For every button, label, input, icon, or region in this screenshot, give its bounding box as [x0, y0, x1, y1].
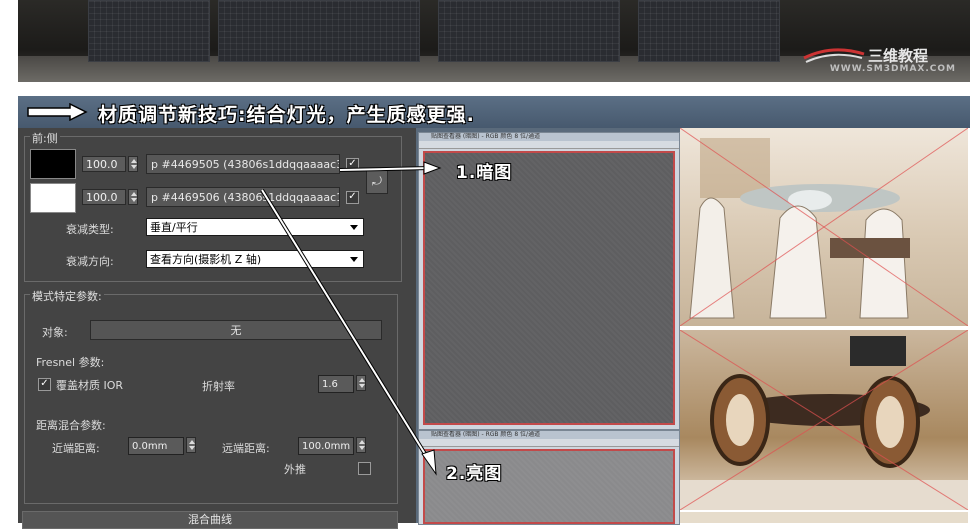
distance-blend-label: 距离混合参数:	[36, 419, 106, 432]
dark-texture-image	[423, 151, 675, 425]
spinner-arrows[interactable]	[356, 375, 366, 391]
near-distance-spinner[interactable]: 0.0mm	[128, 437, 184, 455]
falloff-direction-dropdown[interactable]: 查看方向(摄影机 Z 轴)	[146, 250, 364, 268]
spinner-arrows[interactable]	[356, 437, 366, 453]
banner-text: 材质调节新技巧:结合灯光，产生质感更强.	[98, 104, 475, 126]
ior-spinner[interactable]: 1.6	[318, 375, 354, 393]
chair-back	[438, 0, 620, 62]
light-map-callout: 2.亮图	[446, 464, 503, 484]
chair-back	[88, 0, 210, 62]
falloff-type-dropdown[interactable]: 垂直/平行	[146, 218, 364, 236]
object-pick-button[interactable]: 无	[90, 320, 382, 340]
front-color-swatch[interactable]	[30, 149, 76, 179]
override-ior-checkbox[interactable]: ✓	[38, 378, 51, 391]
falloff-type-label: 衰减类型:	[66, 223, 114, 236]
chair-back	[218, 0, 420, 62]
group-title: 前:侧	[30, 130, 60, 146]
chevron-down-icon	[350, 225, 358, 230]
window-title: 贴图查看器 (暗图) - RGB 颜色 8 位/通道	[419, 133, 679, 141]
spinner-arrows[interactable]	[186, 437, 196, 453]
near-distance-label: 近端距离:	[52, 442, 100, 455]
window-toolbar[interactable]	[419, 439, 679, 447]
window-title: 贴图查看器 (暗图) - RGB 颜色 8 位/通道	[419, 431, 679, 439]
render-image-light	[680, 128, 968, 326]
front-amount-spinner[interactable]: 100.0	[82, 156, 126, 172]
spinner-arrows[interactable]	[128, 189, 138, 205]
spinner-arrows[interactable]	[128, 156, 138, 172]
falloff-parameters-panel: 前:侧 100.0 p #4469505 (43806s1ddqqaaaac3.…	[18, 128, 418, 529]
svg-text:三维教程: 三维教程	[868, 47, 928, 65]
mix-curve-rollout[interactable]: 混合曲线	[22, 511, 398, 529]
far-distance-spinner[interactable]: 100.0mm	[298, 437, 354, 455]
falloff-direction-value: 查看方向(摄影机 Z 轴)	[150, 253, 262, 266]
side-map-checkbox[interactable]: ✓	[346, 191, 359, 204]
dining-render-light	[680, 128, 968, 326]
falloff-direction-label: 衰减方向:	[66, 255, 114, 268]
window-toolbar[interactable]	[419, 141, 679, 149]
extrapolate-label: 外推	[284, 463, 306, 476]
swap-colors-button[interactable]: ⤾	[366, 168, 388, 194]
chevron-down-icon	[350, 257, 358, 262]
far-distance-label: 远端距离:	[222, 442, 270, 455]
render-image-strip	[680, 512, 968, 523]
dining-render-dark	[680, 330, 968, 510]
ior-label: 折射率	[202, 380, 235, 393]
group-title: 模式特定参数:	[30, 288, 104, 304]
arrow-right-icon	[27, 103, 88, 121]
fresnel-params-label: Fresnel 参数:	[36, 356, 105, 369]
override-ior-label: 覆盖材质 IOR	[56, 379, 124, 392]
front-map-checkbox[interactable]: ✓	[346, 158, 359, 171]
render-image-dark	[680, 330, 968, 510]
watermark-url: WWW.SM3DMAX.COM	[829, 64, 956, 74]
side-amount-spinner[interactable]: 100.0	[82, 189, 126, 205]
extrapolate-checkbox[interactable]	[358, 462, 371, 475]
object-label: 对象:	[42, 326, 68, 339]
side-color-swatch[interactable]	[30, 183, 76, 213]
top-render-image: 三维教程 WWW.SM3DMAX.COM	[18, 0, 970, 82]
dark-map-callout: 1.暗图	[456, 163, 513, 183]
tip-banner: 材质调节新技巧:结合灯光，产生质感更强.	[18, 96, 970, 128]
side-map-button[interactable]: p #4469506 (43806s1ddqqaaaac1.jpg)	[146, 187, 340, 207]
falloff-type-value: 垂直/平行	[150, 221, 198, 234]
chair-back	[638, 0, 780, 62]
front-map-button[interactable]: p #4469505 (43806s1ddqqaaaac3.jpg)	[146, 154, 340, 174]
